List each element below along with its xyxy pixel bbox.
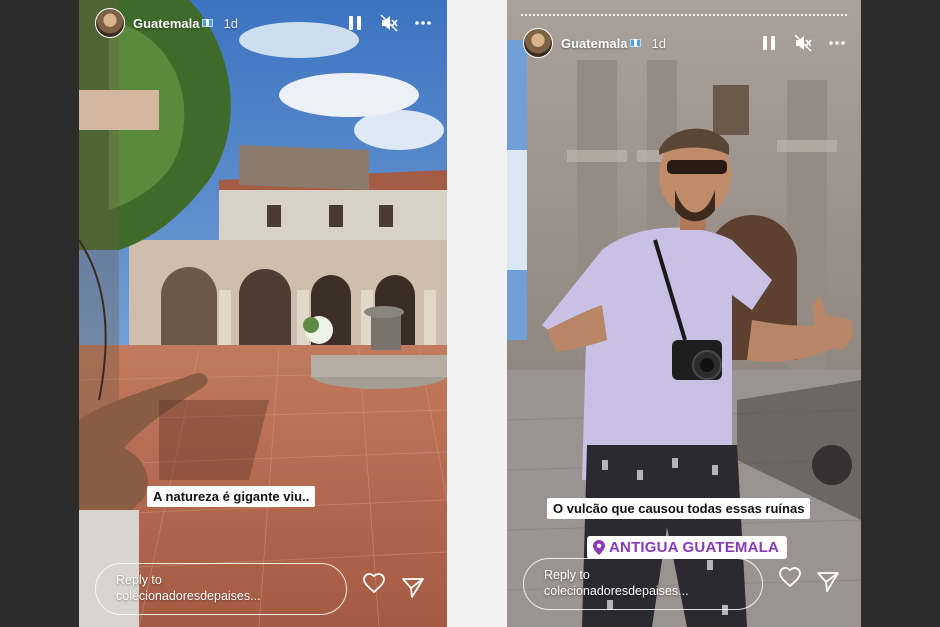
right-background [861,0,940,627]
location-sticker[interactable]: ANTIGUA GUATEMALA [587,536,788,559]
location-label: ANTIGUA GUATEMALA [609,539,780,556]
guatemala-flag-icon [630,39,642,47]
location-pin-icon [593,540,605,555]
profile-avatar[interactable] [95,8,125,38]
story-controls [345,13,433,33]
more-horizontal-icon[interactable] [827,33,847,53]
story-caption: O vulcão que causou todas essas ruínas [547,498,811,519]
story-panel-1[interactable]: Guatemala 1d A natureza é gigante viu.. … [79,0,447,627]
profile-avatar[interactable] [523,28,553,58]
story-caption: A natureza é gigante viu.. [147,486,316,507]
send-icon[interactable] [401,576,425,600]
reply-username: colecionadoresdepaises... [116,589,261,603]
reply-prefix: Reply to [544,568,590,582]
post-time: 1d [651,35,666,51]
story-progress-bar [521,14,847,16]
reply-prefix: Reply to [116,573,162,587]
more-horizontal-icon[interactable] [413,13,433,33]
left-background [0,0,79,627]
post-time: 1d [223,15,238,31]
heart-icon[interactable] [778,565,802,589]
pause-icon[interactable] [759,33,779,53]
courtyard-photo [79,0,447,627]
story-controls [759,33,847,53]
username[interactable]: Guatemala [133,16,199,31]
muted-speaker-icon[interactable] [793,33,813,53]
reply-input[interactable]: Reply to colecionadoresdepaises... [95,563,347,615]
pause-icon[interactable] [345,13,365,33]
heart-icon[interactable] [362,571,386,595]
story-header: Guatemala 1d [95,8,433,38]
divider-gap [447,0,507,627]
reply-input[interactable]: Reply to colecionadoresdepaises... [523,558,763,610]
story-panel-2[interactable]: Guatemala 1d O vulcão que causou todas e… [507,0,861,627]
story-header: Guatemala 1d [523,28,847,58]
send-icon[interactable] [816,570,840,594]
reply-username: colecionadoresdepaises... [544,584,689,598]
guatemala-flag-icon [202,19,214,27]
muted-speaker-icon[interactable] [379,13,399,33]
ruins-photo [507,0,861,627]
username[interactable]: Guatemala [561,36,627,51]
